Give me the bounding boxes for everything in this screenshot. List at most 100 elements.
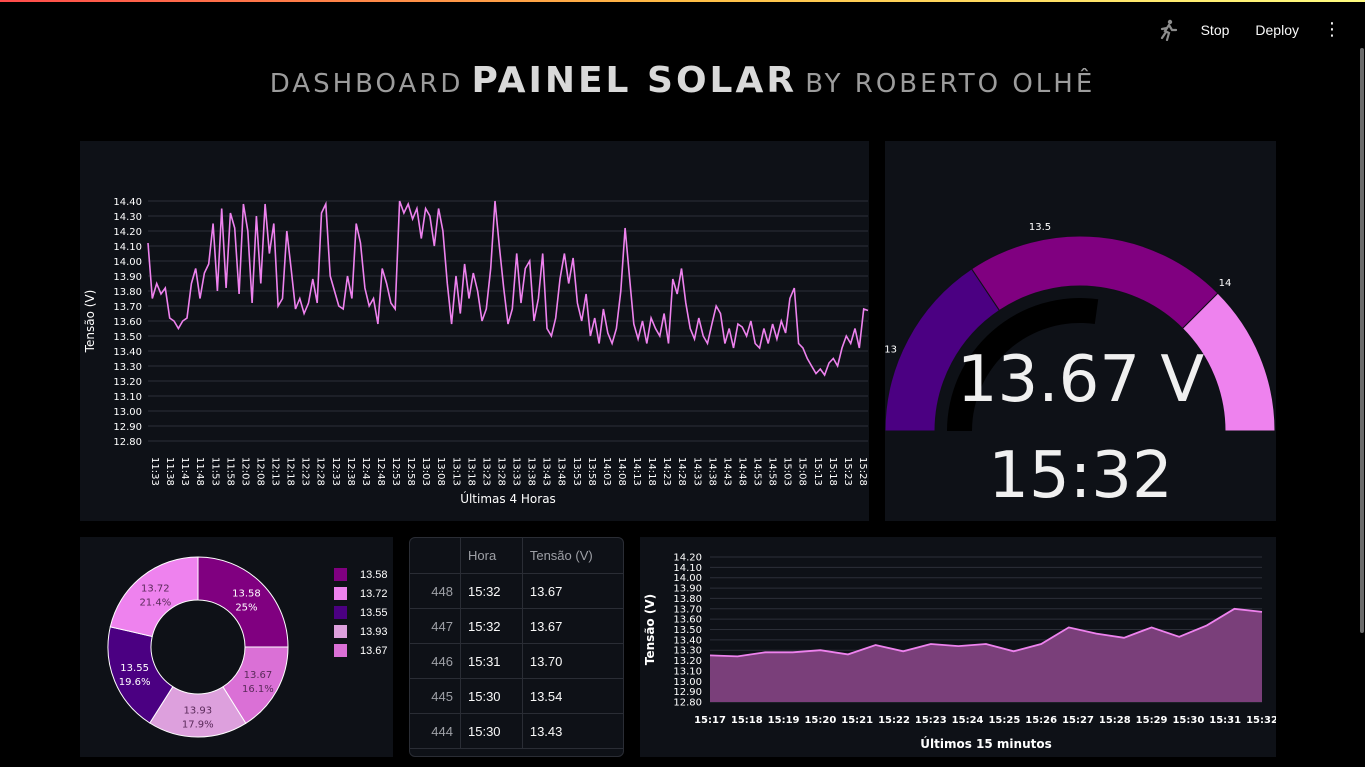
x-tick-label: 15:30 [1172, 715, 1204, 726]
x-tick-label: 12:43 [360, 457, 371, 486]
row-tensao: 13.67 [522, 608, 623, 644]
y-tick-label: 14.10 [113, 242, 142, 253]
x-tick-label: 15:28 [857, 457, 868, 486]
gauge-panel: 13 13.5 14 13.67 V 15:32 [884, 141, 1276, 521]
y-tick-label: 13.00 [113, 407, 142, 418]
y-tick-label: 14.00 [113, 257, 142, 268]
legend-swatch [334, 606, 347, 619]
x-tick-label: 15:08 [797, 457, 808, 486]
legend-item[interactable]: 13.72 [334, 584, 388, 603]
donut-slice-percent: 25% [235, 603, 257, 614]
row-hora: 15:30 [460, 678, 523, 714]
row-tensao: 13.67 [522, 573, 623, 609]
legend-label: 13.72 [360, 587, 388, 600]
page-title: Dashboard Painel Solar by Roberto Olhê [0, 60, 1365, 101]
y-tick-label: 14.30 [113, 212, 142, 223]
y-tick-label: 13.10 [113, 392, 142, 403]
voltage-line-chart-panel: 12.80 12.90 13.00 13.10 13.20 13.30 13.40 13.50… [80, 141, 869, 521]
table-row[interactable]: 448 15:32 13.67 [410, 573, 623, 609]
x-tick-label: 15:19 [768, 715, 800, 726]
donut-slice-label: 13.58 [232, 589, 261, 600]
running-man-icon [1155, 17, 1181, 43]
table-header-hora[interactable]: Hora [460, 538, 523, 574]
x-tick-label: 13:43 [541, 457, 552, 486]
x-tick-label: 15:13 [812, 457, 823, 486]
x-tick-label: 13:08 [435, 457, 446, 486]
y-tick-label: 13.30 [673, 646, 702, 657]
donut-slice-percent: 19.6% [119, 677, 151, 688]
app-toolbar: Stop Deploy ⋮ [1155, 14, 1345, 46]
x-tick-label: 13:18 [465, 457, 476, 486]
readings-table-panel[interactable]: Hora Tensão (V) 448 15:32 13.67 447 15:3… [409, 537, 624, 757]
x-tick-label: 13:23 [480, 457, 491, 486]
page-scrollbar[interactable] [1360, 48, 1364, 633]
voltage-line-chart[interactable]: 12.80 12.90 13.00 13.10 13.20 13.30 13.40 13.50… [80, 141, 869, 521]
x-tick-label: 14:58 [767, 457, 778, 486]
title-main: Painel Solar [471, 60, 798, 101]
x-tick-label: 12:48 [375, 457, 386, 486]
y-tick-label: 13.90 [673, 584, 702, 595]
x-tick-label: 15:28 [1099, 715, 1131, 726]
x-tick-label: 15:20 [804, 715, 836, 726]
x-tick-label: 14:03 [601, 457, 612, 486]
y-tick-label: 13.80 [673, 594, 702, 605]
x-axis-title: Últimas 4 Horas [460, 491, 556, 506]
table-row[interactable]: 445 15:30 13.54 [410, 678, 623, 714]
table-row[interactable]: 444 15:30 13.43 [410, 713, 623, 749]
y-tick-label: 13.80 [113, 287, 142, 298]
x-tick-label: 13:03 [420, 457, 431, 486]
row-index: 446 [410, 643, 461, 679]
donut-legend: 13.58 13.72 13.55 13.93 13.67 [334, 565, 388, 660]
legend-item[interactable]: 13.93 [334, 622, 388, 641]
legend-item[interactable]: 13.58 [334, 565, 388, 584]
x-tick-label: 12:03 [239, 457, 250, 486]
x-tick-label: 15:23 [842, 457, 853, 486]
gauge-tick-label: 14 [1219, 278, 1232, 289]
table-row[interactable]: 446 15:31 13.70 [410, 643, 623, 679]
legend-item[interactable]: 13.55 [334, 603, 388, 622]
y-tick-label: 12.90 [673, 687, 702, 698]
y-tick-label: 13.20 [673, 656, 702, 667]
x-tick-label: 13:53 [571, 457, 582, 486]
x-tick-label: 14:18 [646, 457, 657, 486]
donut-slice-percent: 16.1% [242, 684, 274, 695]
deploy-button[interactable]: Deploy [1249, 18, 1305, 42]
legend-swatch [334, 644, 347, 657]
row-index: 448 [410, 573, 461, 609]
x-tick-label: 15:18 [731, 715, 763, 726]
legend-item[interactable]: 13.67 [334, 641, 388, 660]
x-tick-label: 12:08 [254, 457, 265, 486]
y-tick-label: 13.70 [113, 302, 142, 313]
table-header-tensao[interactable]: Tensão (V) [522, 538, 623, 574]
x-axis-title: Últimos 15 minutos [920, 736, 1051, 751]
row-hora: 15:30 [460, 713, 523, 749]
kebab-menu-icon[interactable]: ⋮ [1319, 21, 1345, 39]
legend-label: 13.67 [360, 644, 388, 657]
x-tick-label: 13:48 [556, 457, 567, 486]
x-tick-label: 12:28 [315, 457, 326, 486]
voltage-donut-chart[interactable]: 13.58 25% 13.67 16.1% 13.93 17.9% 13.55 19.6% 13… [80, 537, 320, 757]
top-decoration-bar [0, 0, 1365, 2]
x-tick-label: 14:13 [631, 457, 642, 486]
x-tick-label: 12:18 [285, 457, 296, 486]
x-tick-label: 11:38 [164, 457, 175, 486]
x-tick-label: 15:25 [988, 715, 1020, 726]
x-tick-label: 12:58 [405, 457, 416, 486]
x-tick-label: 14:28 [676, 457, 687, 486]
gauge-tick-label: 13.5 [1029, 222, 1051, 233]
x-tick-label: 15:32 [1246, 715, 1276, 726]
x-tick-label: 13:58 [586, 457, 597, 486]
y-tick-label: 13.20 [113, 377, 142, 388]
legend-swatch [334, 587, 347, 600]
y-tick-label: 12.80 [673, 698, 702, 709]
donut-slice-label: 13.93 [183, 705, 212, 716]
recent-voltage-area-chart[interactable]: 12.8012.9013.0013.1013.2013.3013.4013.50… [640, 537, 1278, 757]
y-tick-label: 13.40 [113, 347, 142, 358]
donut-slice-percent: 21.4% [139, 597, 171, 608]
y-tick-label: 13.90 [113, 272, 142, 283]
stop-button[interactable]: Stop [1195, 18, 1236, 42]
table-row[interactable]: 447 15:32 13.67 [410, 608, 623, 644]
table-header-index[interactable] [410, 538, 461, 574]
x-tick-label: 11:53 [209, 457, 220, 486]
x-tick-label: 15:23 [915, 715, 947, 726]
